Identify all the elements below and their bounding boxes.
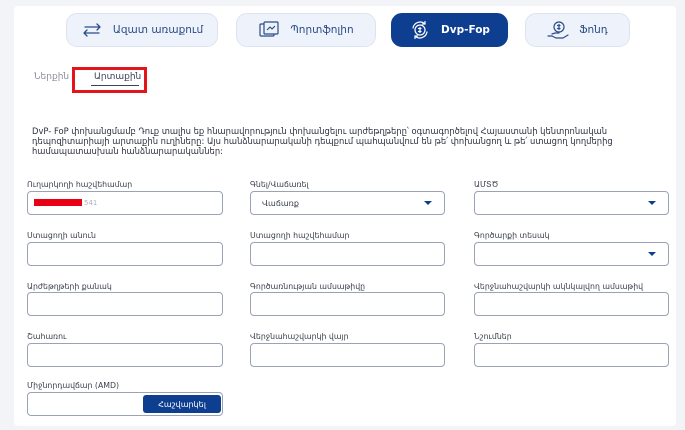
tab-dvp-fop[interactable]: Dvp-Fop [391, 13, 508, 47]
chevron-down-icon [648, 201, 656, 205]
buy-sell-value: Վաճառք [262, 198, 299, 208]
redaction-mark [34, 199, 82, 206]
buy-sell-select[interactable]: Վաճառք [250, 191, 445, 215]
tab-portfolio[interactable]: Պորտֆոլիո [236, 13, 376, 47]
tab-fund[interactable]: Ֆոնդ [525, 13, 630, 47]
settlement-date-label: Վերջնահաշվարկի ակնկալվող ամսաթիվ [474, 282, 644, 291]
isin-select[interactable] [474, 191, 669, 215]
buy-sell-label: Գնել/Վաճառել [250, 180, 309, 189]
subtab-internal[interactable]: Ներքին [34, 72, 69, 82]
transaction-date-input[interactable] [250, 292, 445, 316]
receiver-name-label: Ստացողի անուն [27, 231, 96, 240]
coin-exchange-icon [409, 19, 431, 41]
settlement-place-label: Վերջնահաշվարկի վայր [250, 332, 349, 341]
securities-quantity-label: Արժեթղթերի քանակ [27, 282, 112, 291]
sender-account-suffix: 541 [84, 199, 98, 207]
receiver-name-input[interactable] [27, 242, 223, 266]
notes-input[interactable] [474, 343, 669, 367]
beneficiary-input[interactable] [27, 343, 223, 367]
securities-quantity-input[interactable] [27, 292, 223, 316]
sender-account-label: Ուղարկողի հաշվեհամար [27, 180, 133, 189]
tab-label: Պորտֆոլիո [290, 24, 354, 36]
notes-label: Նշումներ [474, 332, 512, 341]
portfolio-icon [258, 19, 280, 41]
transaction-date-label: Գործառնության ամսաթիվը [250, 282, 366, 291]
fund-icon [547, 19, 569, 41]
settlement-place-input[interactable] [250, 343, 445, 367]
swap-arrows-icon [81, 19, 103, 41]
chevron-down-icon [424, 201, 432, 205]
tab-free-delivery[interactable]: Ազատ առաքում [66, 13, 218, 47]
tab-label: Ազատ առաքում [112, 24, 204, 36]
description-text: DvP- FoP փոխանցմամբ Դուք տալիս եք հնարավ… [32, 126, 613, 156]
receiver-account-label: Ստացողի հաշվեհամար [250, 231, 350, 240]
calculate-button[interactable]: Հաշվարկել [143, 395, 221, 413]
receiver-account-input[interactable] [250, 242, 445, 266]
beneficiary-label: Շահառու [27, 332, 67, 341]
operation-type-label: Գործարքի տեսակ [474, 231, 550, 240]
highlight-annotation [72, 67, 147, 93]
tab-label: Dvp-Fop [441, 24, 490, 36]
broker-fee-label: Միջնորդավճար (AMD) [27, 381, 120, 390]
sender-account-input[interactable]: 541 [27, 191, 223, 215]
settlement-date-input[interactable] [474, 292, 669, 316]
isin-label: ԱՄՏԾ [474, 180, 499, 189]
tab-label: Ֆոնդ [579, 24, 608, 36]
chevron-down-icon [648, 252, 656, 256]
operation-type-select[interactable] [474, 242, 669, 266]
